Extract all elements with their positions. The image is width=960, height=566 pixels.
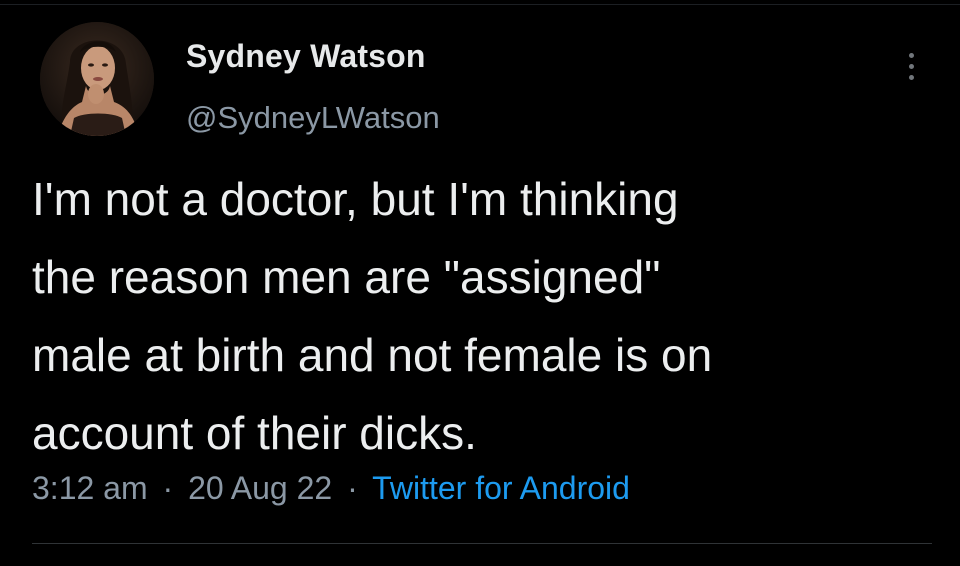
top-divider: [0, 4, 960, 5]
more-options-button[interactable]: [896, 44, 926, 88]
meta-separator: ·: [347, 470, 358, 506]
author-display-name[interactable]: Sydney Watson: [186, 38, 426, 75]
tweet-source-link[interactable]: Twitter for Android: [372, 470, 630, 506]
tweet-text-line: male at birth and not female is on: [32, 329, 713, 381]
author-handle[interactable]: @SydneyLWatson: [186, 100, 440, 136]
bottom-divider: [32, 543, 932, 544]
more-options-icon: [908, 52, 914, 58]
tweet-text-line: the reason men are "assigned": [32, 251, 661, 303]
meta-separator: ·: [162, 470, 174, 506]
more-options-icon-dot: [908, 74, 914, 80]
tweet-meta: 3:12 am · 20 Aug 22 · Twitter for Androi…: [32, 470, 630, 507]
tweet-text: I'm not a doctor, but I'm thinking the r…: [32, 160, 937, 472]
more-options-icon-dot: [908, 63, 914, 69]
profile-photo-icon: [40, 22, 154, 136]
tweet-text-line: account of their dicks.: [32, 407, 477, 459]
tweet-date[interactable]: 20 Aug 22: [188, 470, 332, 506]
avatar[interactable]: [40, 22, 154, 136]
tweet-time[interactable]: 3:12 am: [32, 470, 148, 506]
tweet-text-line: I'm not a doctor, but I'm thinking: [32, 173, 679, 225]
